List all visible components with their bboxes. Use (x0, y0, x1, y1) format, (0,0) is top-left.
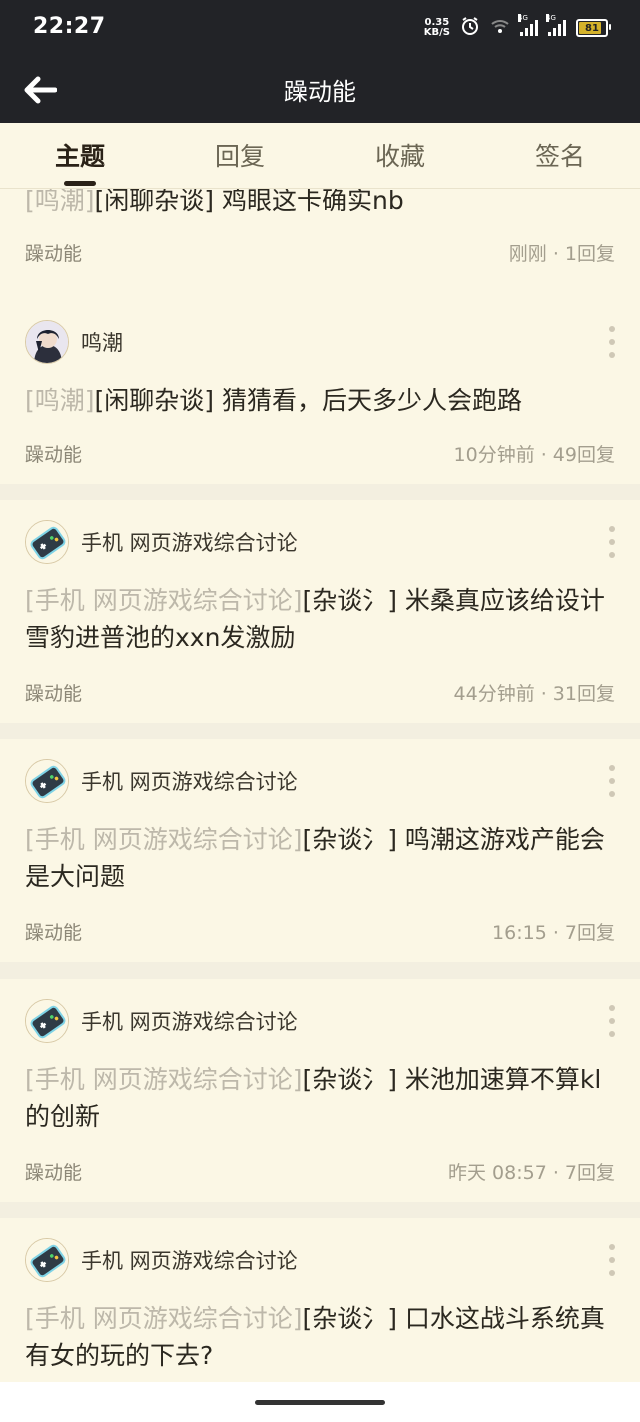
user-avatar[interactable] (25, 320, 69, 364)
post-card[interactable]: 手机 网页游戏综合讨论 [手机 网页游戏综合讨论][杂谈氵] 鸣潮这游戏产能会是… (0, 739, 640, 962)
post-author[interactable]: 手机 网页游戏综合讨论 (25, 999, 298, 1043)
more-vertical-icon (609, 765, 615, 771)
tab-topics[interactable]: 主题 (0, 137, 160, 173)
gamepad-phone-icon (26, 1000, 68, 1042)
author-name: 手机 网页游戏综合讨论 (81, 1010, 298, 1034)
post-forum[interactable]: 躁动能 (25, 440, 82, 467)
post-card[interactable]: 手机 网页游戏综合讨论 [手机 网页游戏综合讨论][杂谈氵] 米桑真应该给设计雪… (0, 500, 640, 723)
anime-character-avatar (26, 321, 68, 363)
gamepad-phone-icon (26, 760, 68, 802)
tab-bar: 主题 回复 收藏 签名 (0, 123, 640, 189)
forum-avatar[interactable] (25, 759, 69, 803)
post-title[interactable]: [手机 网页游戏综合讨论][杂谈氵] 口水这战斗系统真有女的玩的下去? (25, 1300, 615, 1374)
signal-icon-1: 4G (518, 14, 538, 36)
post-card[interactable]: 手机 网页游戏综合讨论 [手机 网页游戏综合讨论][杂谈氵] 米池加速算不算kl… (0, 979, 640, 1202)
more-vertical-icon (609, 326, 615, 332)
post-card[interactable]: 手机 网页游戏综合讨论 [手机 网页游戏综合讨论][杂谈氵] 口水这战斗系统真有… (0, 1218, 640, 1382)
more-vertical-icon (609, 1244, 615, 1250)
post-meta: 刚刚 · 1回复 (508, 243, 615, 265)
wifi-icon (490, 18, 510, 38)
post-title[interactable]: [鸣潮][闲聊杂谈] 猜猜看，后天多少人会跑路 (25, 382, 615, 419)
post-author[interactable]: 手机 网页游戏综合讨论 (25, 520, 298, 564)
gamepad-phone-icon (26, 1239, 68, 1281)
home-gesture-bar[interactable] (255, 1400, 385, 1405)
author-name: 手机 网页游戏综合讨论 (81, 770, 298, 794)
post-title[interactable]: [手机 网页游戏综合讨论][杂谈氵] 米池加速算不算kl的创新 (25, 1061, 615, 1135)
signal-icon-2: 4G (546, 14, 566, 36)
home-indicator (0, 1382, 640, 1422)
network-speed: 0.35 KB/S (423, 17, 450, 38)
more-vertical-icon (609, 526, 615, 532)
more-options-button[interactable] (606, 765, 618, 797)
author-name: 手机 网页游戏综合讨论 (81, 531, 298, 555)
author-name: 鸣潮 (81, 331, 123, 355)
active-tab-indicator (64, 181, 96, 186)
status-time: 22:27 (33, 14, 106, 39)
post-forum[interactable]: 躁动能 (25, 679, 82, 706)
post-meta: 昨天 08:57 · 7回复 (447, 1162, 615, 1184)
more-options-button[interactable] (606, 1005, 618, 1037)
gamepad-phone-icon (26, 521, 68, 563)
page-title: 躁动能 (284, 78, 356, 106)
more-options-button[interactable] (606, 326, 618, 358)
tab-favorites[interactable]: 收藏 (320, 137, 480, 173)
post-meta: 44分钟前 · 31回复 (453, 683, 615, 705)
status-bar: 22:27 0.35 KB/S 4G 4G 81 (0, 0, 640, 56)
post-title[interactable]: [手机 网页游戏综合讨论][杂谈氵] 鸣潮这游戏产能会是大问题 (25, 821, 615, 895)
forum-avatar[interactable] (25, 1238, 69, 1282)
post-forum[interactable]: 躁动能 (25, 918, 82, 945)
post-forum[interactable]: 躁动能 (25, 1158, 82, 1185)
post-feed[interactable]: [鸣潮][闲聊杂谈] 鸡眼这卡确实nb 躁动能 刚刚 · 1回复 鸣潮 [鸣潮]… (0, 189, 640, 1382)
more-options-button[interactable] (606, 1244, 618, 1276)
author-name: 手机 网页游戏综合讨论 (81, 1249, 298, 1273)
status-icons: 0.35 KB/S 4G 4G 81 (423, 14, 611, 42)
app-bar: 躁动能 (0, 56, 640, 123)
post-author[interactable]: 手机 网页游戏综合讨论 (25, 1238, 298, 1282)
more-options-button[interactable] (606, 526, 618, 558)
post-author[interactable]: 鸣潮 (25, 320, 123, 364)
post-forum[interactable]: 躁动能 (25, 239, 82, 266)
battery-icon: 81 (576, 19, 611, 37)
alarm-icon (460, 16, 480, 40)
more-vertical-icon (609, 1005, 615, 1011)
post-meta: 10分钟前 · 49回复 (453, 444, 615, 466)
tab-signature[interactable]: 签名 (480, 137, 640, 173)
post-author[interactable]: 手机 网页游戏综合讨论 (25, 759, 298, 803)
post-title[interactable]: [鸣潮][闲聊杂谈] 鸡眼这卡确实nb (25, 189, 615, 219)
forum-avatar[interactable] (25, 520, 69, 564)
post-card[interactable]: 鸣潮 [鸣潮][闲聊杂谈] 猜猜看，后天多少人会跑路 躁动能 10分钟前 · 4… (0, 300, 640, 484)
post-meta: 16:15 · 7回复 (492, 922, 615, 944)
tab-replies[interactable]: 回复 (160, 137, 320, 173)
post-title[interactable]: [手机 网页游戏综合讨论][杂谈氵] 米桑真应该给设计雪豹进普池的xxn发激励 (25, 582, 615, 656)
forum-avatar[interactable] (25, 999, 69, 1043)
